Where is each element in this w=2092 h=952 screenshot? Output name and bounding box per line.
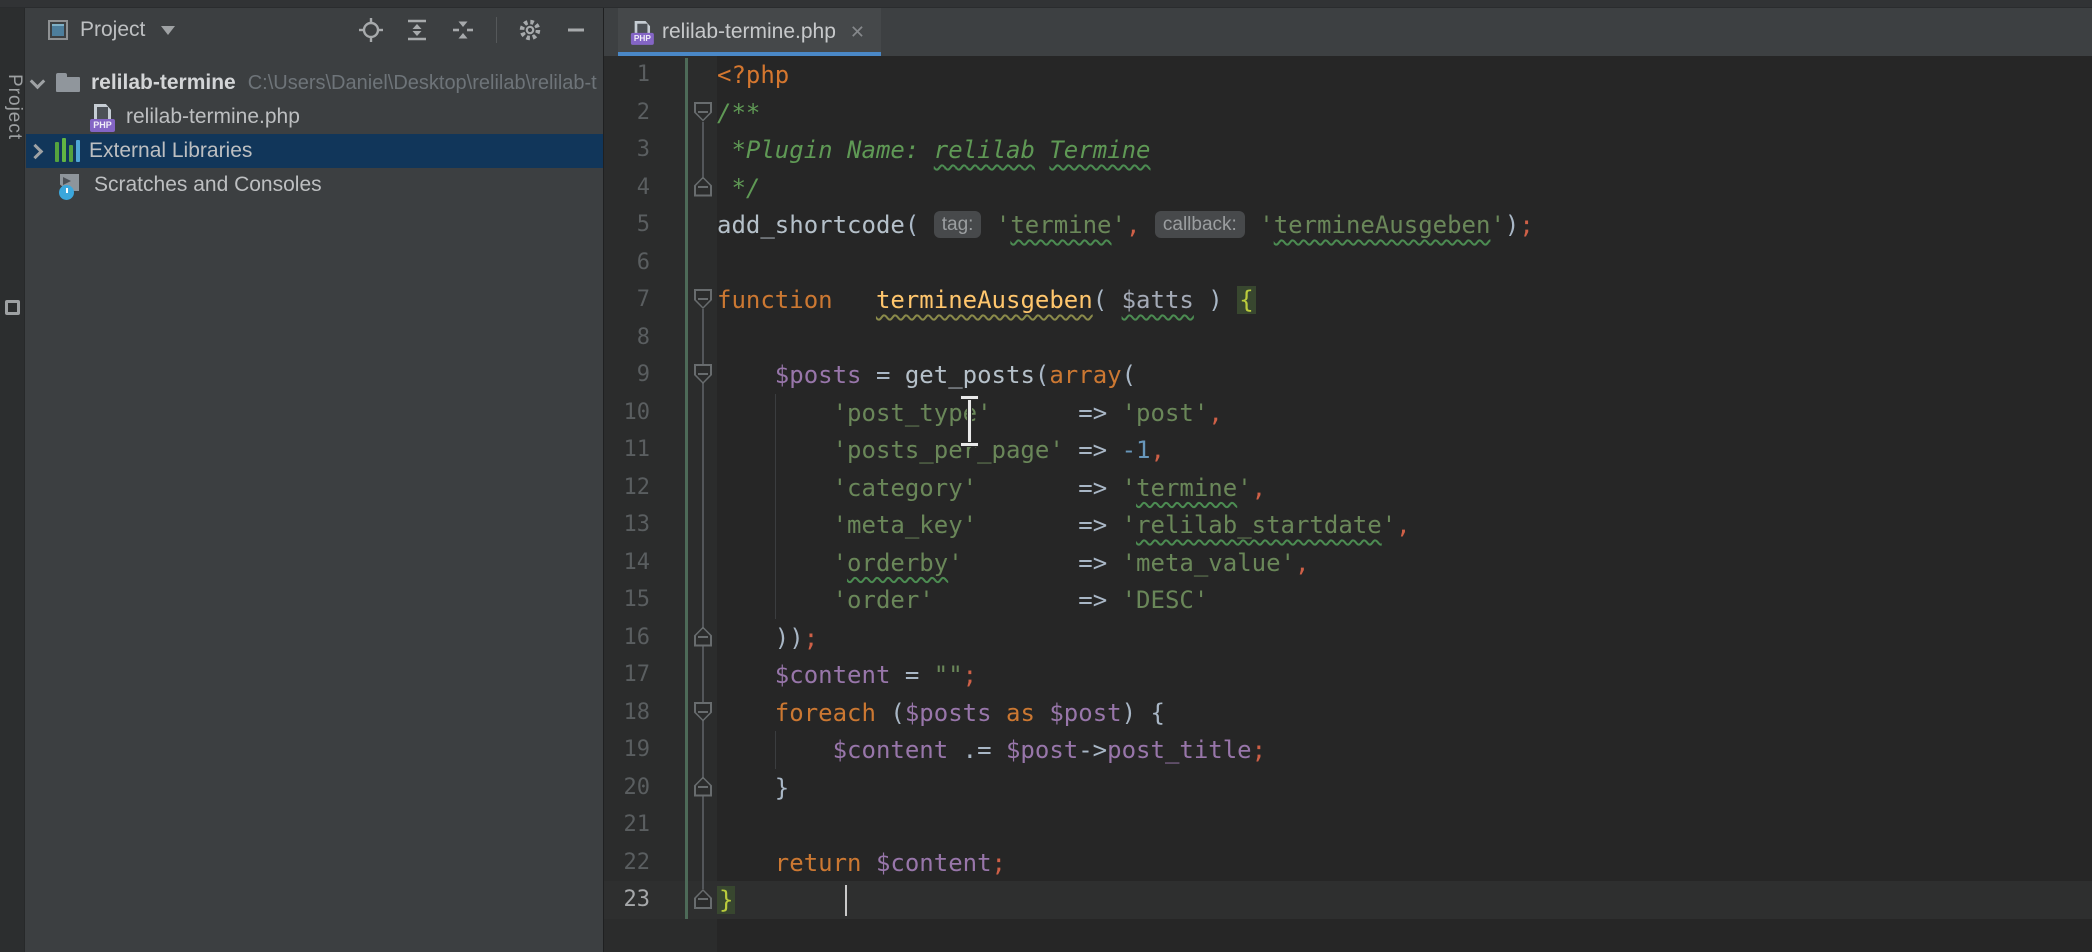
- fold-connector: [702, 384, 704, 627]
- hide-icon[interactable]: [563, 17, 589, 43]
- line-number: 20: [604, 769, 650, 807]
- code-line-15[interactable]: 'order' => 'DESC': [717, 581, 1208, 619]
- line-number: 15: [604, 581, 650, 619]
- fold-connector: [702, 122, 704, 177]
- code-line-17[interactable]: $content = "";: [717, 656, 977, 694]
- code-line-16[interactable]: ));: [717, 619, 818, 657]
- mouse-ibeam-cursor: [956, 396, 982, 446]
- locate-icon[interactable]: [358, 17, 384, 43]
- folder-icon: [55, 70, 81, 96]
- scratches-icon: [58, 172, 84, 198]
- code-line-22[interactable]: return $content;: [717, 844, 1006, 882]
- code-line-3[interactable]: *Plugin Name: relilab Termine: [717, 131, 1151, 169]
- code-line-19[interactable]: $content .= $post->post_title;: [717, 731, 1266, 769]
- project-tree: relilab-termine C:\Users\Daniel\Desktop\r…: [26, 56, 603, 936]
- code-line-5[interactable]: add_shortcode( tag: 'termine', callback:…: [717, 206, 1534, 244]
- editor-tab-bar: PHP relilab-termine.php ✕: [604, 8, 2092, 56]
- panel-title: Project: [80, 18, 145, 42]
- line-number: 14: [604, 544, 650, 582]
- settings-icon[interactable]: [517, 17, 543, 43]
- tree-item-scratches-and-consoles[interactable]: Scratches and Consoles: [26, 168, 603, 202]
- line-number: 19: [604, 731, 650, 769]
- php-icon: PHP: [90, 104, 116, 130]
- tree-item-relilab-termine-php[interactable]: PHP relilab-termine.php: [26, 100, 603, 134]
- tree-item-relilab-termine[interactable]: relilab-termine C:\Users\Daniel\Desktop\r…: [26, 66, 603, 100]
- line-number: 13: [604, 506, 650, 544]
- code-line-20[interactable]: }: [717, 769, 789, 807]
- line-number: 22: [604, 844, 650, 882]
- tree-item-path: C:\Users\Daniel\Desktop\relilab\relilab-…: [248, 72, 603, 95]
- tree-item-label: relilab-termine: [91, 71, 236, 95]
- tab-relilab-termine-php[interactable]: PHP relilab-termine.php ✕: [618, 8, 881, 56]
- fold-marker-icon[interactable]: [694, 289, 712, 309]
- expand-all-icon[interactable]: [404, 17, 430, 43]
- close-icon[interactable]: ✕: [850, 22, 865, 43]
- stripe-project-button[interactable]: Project: [0, 74, 25, 244]
- chevron-down-icon[interactable]: [30, 73, 46, 89]
- line-number: 4: [604, 169, 650, 207]
- line-number: 11: [604, 431, 650, 469]
- fold-connector: [702, 722, 704, 777]
- line-number: 6: [604, 244, 650, 282]
- vcs-change-bar: [685, 58, 688, 919]
- fold-marker-icon[interactable]: [694, 889, 712, 909]
- code-line-2[interactable]: /**: [717, 94, 760, 132]
- fold-marker-icon[interactable]: [694, 777, 712, 797]
- fold-marker-icon[interactable]: [694, 364, 712, 384]
- line-number: 2: [604, 94, 650, 132]
- tree-item-label: relilab-termine.php: [126, 105, 300, 129]
- line-number: 9: [604, 356, 650, 394]
- line-number: 16: [604, 619, 650, 657]
- line-number: 21: [604, 806, 650, 844]
- tool-window-mini-icon[interactable]: [5, 300, 20, 315]
- code-line-12[interactable]: 'category' => 'termine',: [717, 469, 1266, 507]
- code-line-4[interactable]: */: [717, 169, 760, 207]
- current-line-highlight: [604, 881, 2092, 919]
- line-number: 1: [604, 56, 650, 94]
- fold-marker-icon[interactable]: [694, 627, 712, 647]
- code-line-11[interactable]: 'posts_per_page' => -1,: [717, 431, 1165, 469]
- project-tool-window: Project relilab-termine C:\Users\Daniel\D…: [26, 8, 603, 952]
- tree-item-label: External Libraries: [89, 139, 252, 163]
- parameter-hint: tag:: [934, 211, 982, 238]
- php-file-icon: PHP: [631, 21, 651, 43]
- editor-area: PHP relilab-termine.php ✕ 12345678910111…: [603, 8, 2092, 952]
- editor-content[interactable]: 1234567891011121314151617181920212223<?p…: [604, 56, 2092, 952]
- chevron-right-icon[interactable]: [28, 143, 44, 159]
- code-line-18[interactable]: foreach ($posts as $post) {: [717, 694, 1165, 732]
- tree-item-external-libraries[interactable]: External Libraries: [26, 134, 603, 168]
- fold-marker-icon[interactable]: [694, 102, 712, 122]
- code-line-14[interactable]: 'orderby' => 'meta_value',: [717, 544, 1309, 582]
- fold-marker-icon[interactable]: [694, 702, 712, 722]
- line-number: 10: [604, 394, 650, 432]
- code-line-9[interactable]: $posts = get_posts(array(: [717, 356, 1136, 394]
- code-line-1[interactable]: <?php: [717, 56, 789, 94]
- window-top-strip: [0, 0, 2092, 8]
- parameter-hint: callback:: [1155, 211, 1245, 238]
- project-panel-header: Project: [26, 8, 603, 52]
- line-number: 8: [604, 319, 650, 357]
- collapse-all-icon[interactable]: [450, 17, 476, 43]
- library-icon: [53, 138, 79, 164]
- tool-window-stripe: Project: [0, 8, 25, 952]
- code-line-13[interactable]: 'meta_key' => 'relilab_startdate',: [717, 506, 1411, 544]
- toolbar-separator: [496, 17, 497, 43]
- tree-item-label: Scratches and Consoles: [94, 173, 322, 197]
- line-number: 5: [604, 206, 650, 244]
- line-number: 23: [604, 881, 650, 919]
- line-number: 7: [604, 281, 650, 319]
- panel-toolbar: [358, 17, 589, 43]
- fold-marker-icon[interactable]: [694, 177, 712, 197]
- line-number: 18: [604, 694, 650, 732]
- line-number: 17: [604, 656, 650, 694]
- line-number: 12: [604, 469, 650, 507]
- tab-label: relilab-termine.php: [662, 20, 836, 44]
- code-line-7[interactable]: function termineAusgeben( $atts ) {: [717, 281, 1256, 319]
- chevron-down-icon[interactable]: [161, 26, 175, 35]
- text-caret: [845, 885, 847, 916]
- line-number: 3: [604, 131, 650, 169]
- project-view-icon: [48, 20, 68, 40]
- code-line-23[interactable]: }: [717, 881, 735, 919]
